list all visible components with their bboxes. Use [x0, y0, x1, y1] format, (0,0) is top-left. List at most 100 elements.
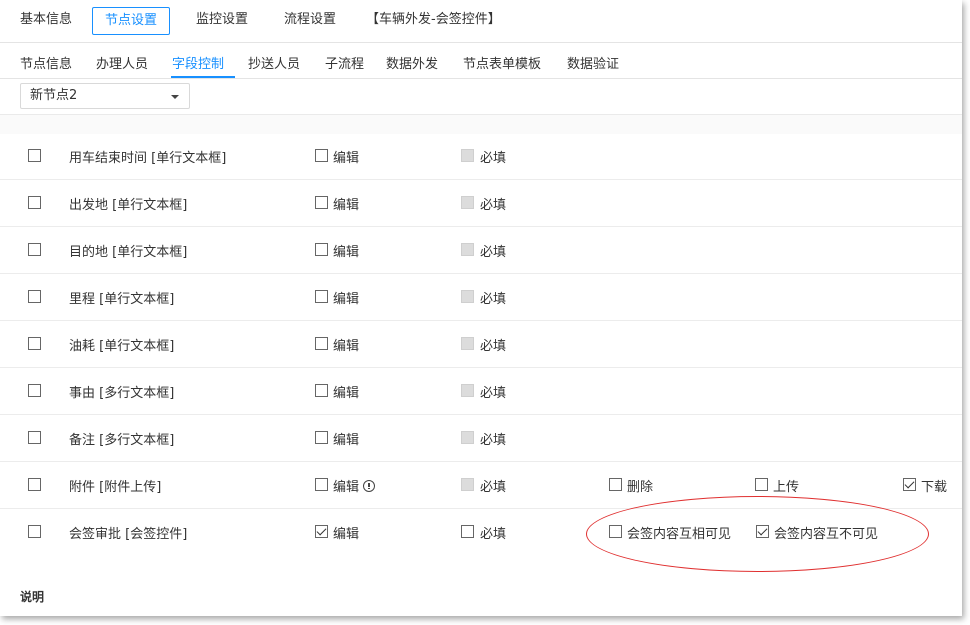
field-row: 目的地 [单行文本框] 编辑 必填: [0, 227, 962, 274]
flow-title: 【车辆外发-会签控件】: [366, 12, 501, 27]
edit-checkbox[interactable]: [315, 337, 328, 350]
row-select-checkbox[interactable]: [28, 243, 41, 256]
subtab-data-export[interactable]: 数据外发: [386, 53, 438, 72]
field-name: 备注 [多行文本框]: [69, 433, 175, 448]
subtab-node-info[interactable]: 节点信息: [20, 53, 72, 72]
required-checkbox: [461, 431, 474, 444]
edit-checkbox[interactable]: [315, 196, 328, 209]
edit-checkbox[interactable]: [315, 243, 328, 256]
edit-checkbox[interactable]: [315, 384, 328, 397]
tab-flow-settings[interactable]: 流程设置: [284, 7, 336, 35]
required-label: 必填: [480, 433, 507, 448]
field-control-list: 用车结束时间 [单行文本框] 编辑 必填 出发地 [单行文本框] 编辑 必填 目的地 [单行…: [0, 133, 962, 556]
field-name: 事由 [多行文本框]: [69, 386, 175, 401]
row-select-checkbox[interactable]: [28, 525, 41, 538]
required-checkbox: [461, 196, 474, 209]
active-subtab-indicator: [171, 76, 235, 78]
edit-label: 编辑: [333, 476, 376, 495]
required-label: 必填: [480, 527, 507, 542]
subtab-handlers[interactable]: 办理人员: [96, 53, 148, 72]
countersign-invisible-checkbox[interactable]: [756, 525, 769, 538]
node-select-value: 新节点2: [30, 88, 78, 103]
field-row: 会签审批 [会签控件] 编辑 必填 会签内容互相可见 会签内容互不可见: [0, 509, 962, 556]
subtab-cc-persons[interactable]: 抄送人员: [248, 53, 300, 72]
edit-label-text: 编辑: [333, 386, 360, 401]
note-label: 说明: [20, 590, 45, 604]
tab-basic-info[interactable]: 基本信息: [20, 7, 72, 35]
edit-label: 编辑: [333, 288, 359, 307]
upload-checkbox[interactable]: [755, 478, 768, 491]
tab-node-settings[interactable]: 节点设置: [92, 7, 171, 35]
field-name: 出发地 [单行文本框]: [69, 198, 188, 213]
edit-label: 编辑: [333, 523, 359, 542]
row-select-checkbox[interactable]: [28, 290, 41, 303]
countersign-invisible-label: 会签内容互不可见: [774, 527, 879, 542]
caret-down-icon: [171, 95, 179, 99]
edit-label-text: 编辑: [333, 292, 360, 307]
edit-label-text: 编辑: [333, 527, 360, 542]
row-select-checkbox[interactable]: [28, 431, 41, 444]
edit-checkbox[interactable]: [315, 525, 328, 538]
tab-monitor-settings[interactable]: 监控设置: [196, 7, 248, 35]
section-divider: [0, 114, 962, 134]
edit-checkbox[interactable]: [315, 149, 328, 162]
required-checkbox: [461, 384, 474, 397]
field-row: 油耗 [单行文本框] 编辑 必填: [0, 321, 962, 368]
required-label: 必填: [480, 386, 507, 401]
edit-label-text: 编辑: [333, 151, 360, 166]
edit-label-text: 编辑: [333, 245, 360, 260]
edit-label: 编辑: [333, 429, 359, 448]
edit-label-text: 编辑: [333, 198, 360, 213]
delete-label: 删除: [627, 480, 654, 495]
required-checkbox: [461, 149, 474, 162]
row-select-checkbox[interactable]: [28, 337, 41, 350]
info-icon[interactable]: [363, 480, 376, 492]
required-label: 必填: [480, 151, 507, 166]
required-label: 必填: [480, 480, 507, 495]
required-checkbox: [461, 337, 474, 350]
edit-label-text: 编辑: [333, 339, 360, 354]
required-label: 必填: [480, 339, 507, 354]
edit-checkbox[interactable]: [315, 478, 328, 491]
delete-checkbox[interactable]: [609, 478, 622, 491]
edit-checkbox[interactable]: [315, 290, 328, 303]
node-select[interactable]: 新节点2: [20, 83, 190, 109]
subtab-data-validation[interactable]: 数据验证: [567, 53, 619, 72]
subtab-field-control[interactable]: 字段控制: [172, 53, 224, 72]
row-select-checkbox[interactable]: [28, 196, 41, 209]
download-checkbox[interactable]: [903, 478, 916, 491]
edit-checkbox[interactable]: [315, 431, 328, 444]
required-label: 必填: [480, 245, 507, 260]
subtab-subflow[interactable]: 子流程: [325, 53, 364, 72]
field-name: 里程 [单行文本框]: [69, 292, 175, 307]
field-name: 目的地 [单行文本框]: [69, 245, 188, 260]
top-tab-bar: 基本信息 节点设置 监控设置 流程设置 【车辆外发-会签控件】: [0, 0, 962, 43]
upload-label: 上传: [773, 480, 800, 495]
edit-label: 编辑: [333, 147, 359, 166]
required-label: 必填: [480, 292, 507, 307]
edit-label: 编辑: [333, 194, 359, 213]
required-checkbox: [461, 478, 474, 491]
edit-label: 编辑: [333, 382, 359, 401]
edit-label-text: 编辑: [333, 433, 360, 448]
field-row: 事由 [多行文本框] 编辑 必填: [0, 368, 962, 415]
field-row: 附件 [附件上传] 编辑 必填 删除 上传 下载: [0, 462, 962, 509]
required-checkbox[interactable]: [461, 525, 474, 538]
edit-label: 编辑: [333, 335, 359, 354]
required-checkbox: [461, 243, 474, 256]
field-row: 出发地 [单行文本框] 编辑 必填: [0, 180, 962, 227]
row-select-checkbox[interactable]: [28, 149, 41, 162]
row-select-checkbox[interactable]: [28, 384, 41, 397]
required-label: 必填: [480, 198, 507, 213]
required-checkbox: [461, 290, 474, 303]
row-select-checkbox[interactable]: [28, 478, 41, 491]
edit-label-text: 编辑: [333, 480, 360, 495]
subtab-form-template[interactable]: 节点表单模板: [463, 53, 541, 72]
countersign-visible-checkbox[interactable]: [609, 525, 622, 538]
field-row: 用车结束时间 [单行文本框] 编辑 必填: [0, 133, 962, 180]
field-row: 备注 [多行文本框] 编辑 必填: [0, 415, 962, 462]
download-label: 下载: [921, 480, 948, 495]
app-frame: 基本信息 节点设置 监控设置 流程设置 【车辆外发-会签控件】 节点信息 办理人…: [0, 0, 962, 616]
sub-tab-bar: 节点信息 办理人员 字段控制 抄送人员 子流程 数据外发 节点表单模板 数据验证: [0, 43, 962, 79]
field-name: 用车结束时间 [单行文本框]: [69, 151, 227, 166]
